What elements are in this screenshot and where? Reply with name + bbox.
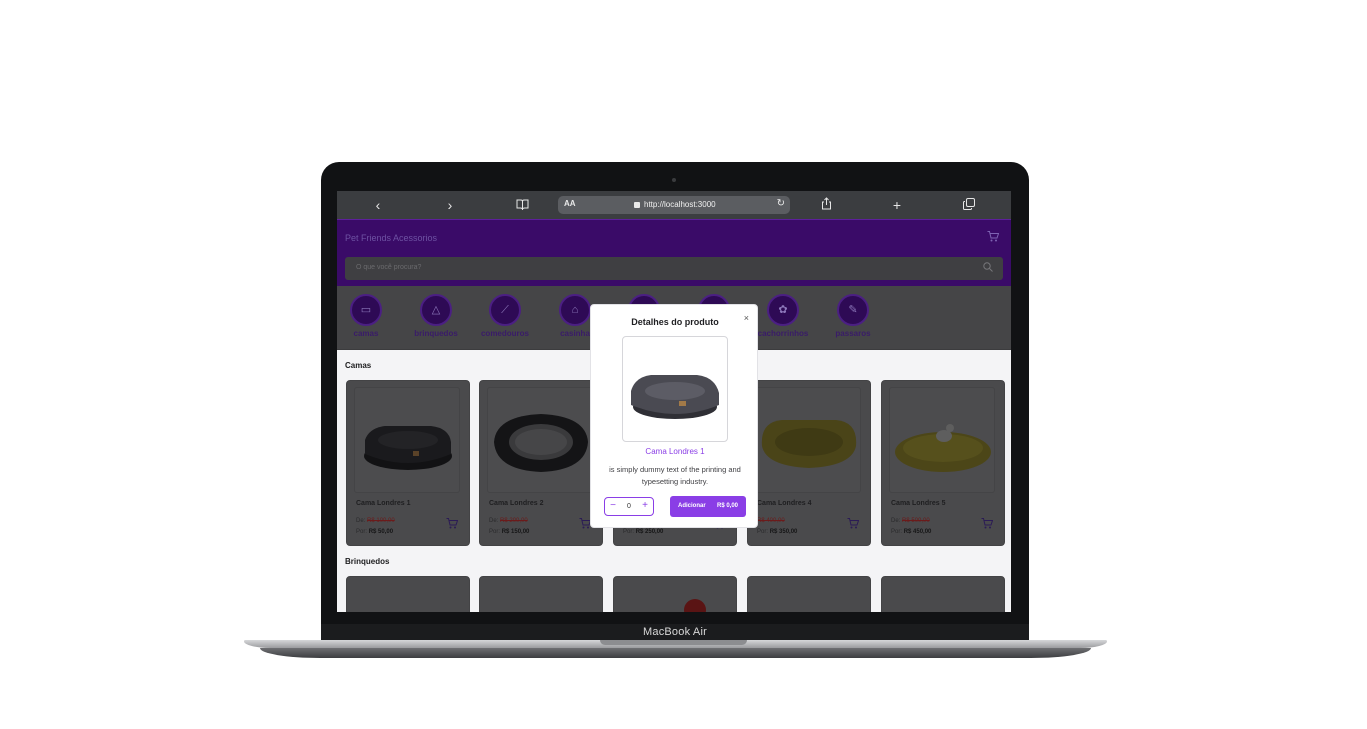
device-label: MacBook Air bbox=[643, 626, 707, 638]
browser-screen: ‹ › AA http://localhost:3000 ↻ + Pet Fri… bbox=[337, 191, 1011, 612]
address-bar[interactable]: AA http://localhost:3000 ↻ bbox=[558, 196, 790, 214]
laptop-notch bbox=[600, 640, 747, 645]
category-label: comedouros bbox=[480, 329, 529, 338]
category-cachorrinhos[interactable]: ✿ cachorrinhos bbox=[753, 294, 813, 338]
old-price: R$ 400,00 bbox=[757, 518, 785, 524]
product-card[interactable] bbox=[881, 576, 1005, 612]
price: Por: R$ 50,00 bbox=[356, 529, 394, 535]
paw-icon: ✿ bbox=[767, 294, 799, 326]
product-card[interactable]: Cama Londres 4 R$ 400,00 Por: R$ 350,00 bbox=[747, 380, 871, 546]
old-price: De: R$ 100,00 bbox=[356, 518, 395, 524]
text-size-button[interactable]: AA bbox=[564, 199, 576, 208]
search-input[interactable]: O que você procura? bbox=[345, 257, 1003, 280]
category-comedouros[interactable]: ⟋ comedouros bbox=[475, 294, 535, 338]
product-card[interactable] bbox=[747, 576, 871, 612]
price: Por: R$ 150,00 bbox=[489, 529, 530, 535]
reload-icon[interactable]: ↻ bbox=[777, 198, 785, 209]
web-page: Pet Friends Acessorios O que você procur… bbox=[337, 220, 1011, 612]
share-icon[interactable] bbox=[818, 197, 834, 213]
product-details-modal: Detalhes do produto × Cama Londres 1 is … bbox=[590, 304, 758, 528]
section-title: Brinquedos bbox=[345, 557, 390, 566]
modal-product-name: Cama Londres 1 bbox=[645, 447, 705, 456]
product-image bbox=[889, 387, 995, 493]
site-header: Pet Friends Acessorios O que você procur… bbox=[337, 220, 1011, 286]
close-icon[interactable]: × bbox=[744, 313, 749, 323]
price: Por: R$ 350,00 bbox=[757, 529, 798, 535]
lock-icon bbox=[634, 202, 640, 208]
add-button-price: R$ 0,00 bbox=[716, 503, 738, 509]
add-to-cart-icon[interactable] bbox=[847, 518, 860, 532]
section-title: Camas bbox=[345, 361, 372, 370]
feather-icon: ✎ bbox=[837, 294, 869, 326]
product-card[interactable]: Cama Londres 1 De: R$ 100,00 Por: R$ 50,… bbox=[346, 380, 470, 546]
category-label: brinquedos bbox=[414, 329, 458, 338]
cart-icon[interactable] bbox=[987, 231, 1000, 245]
forward-icon[interactable]: › bbox=[442, 197, 458, 213]
add-to-cart-button[interactable]: Adicionar R$ 0,00 bbox=[670, 496, 746, 517]
category-label: camas bbox=[353, 329, 379, 338]
add-button-label: Adicionar bbox=[678, 503, 706, 509]
product-image bbox=[354, 387, 460, 493]
back-icon[interactable]: ‹ bbox=[370, 197, 386, 213]
product-card[interactable]: Cama Londres 5 De: R$ 500,00 Por: R$ 450… bbox=[881, 380, 1005, 546]
house-icon: ⌂ bbox=[559, 294, 591, 326]
webcam bbox=[672, 178, 676, 182]
old-price: De: R$ 200,00 bbox=[489, 518, 528, 524]
category-label: cachorrinhos bbox=[757, 329, 809, 338]
product-card[interactable] bbox=[346, 576, 470, 612]
new-tab-icon[interactable]: + bbox=[889, 197, 905, 213]
bed-icon: ▭ bbox=[350, 294, 382, 326]
category-label: passaros bbox=[835, 329, 871, 338]
bookmarks-icon[interactable] bbox=[514, 197, 530, 213]
increment-button[interactable]: + bbox=[639, 500, 651, 511]
price: Por: R$ 450,00 bbox=[891, 529, 932, 535]
add-to-cart-icon[interactable] bbox=[446, 518, 459, 532]
modal-description: is simply dummy text of the printing and… bbox=[609, 465, 741, 486]
shapes-icon: △ bbox=[420, 294, 452, 326]
search-placeholder: O que você procura? bbox=[356, 264, 422, 271]
product-name: Cama Londres 1 bbox=[356, 500, 411, 507]
category-brinquedos[interactable]: △ brinquedos bbox=[406, 294, 466, 338]
bone-icon: ⟋ bbox=[489, 294, 521, 326]
product-name: Cama Londres 5 bbox=[891, 500, 946, 507]
quantity-stepper[interactable]: − 0 + bbox=[604, 497, 654, 516]
category-camas[interactable]: ▭ camas bbox=[337, 294, 396, 338]
tabs-overview-icon[interactable] bbox=[961, 197, 977, 213]
modal-title: Detalhes do produto bbox=[631, 317, 719, 327]
product-card[interactable] bbox=[479, 576, 603, 612]
modal-product-image bbox=[622, 336, 728, 442]
add-to-cart-icon[interactable] bbox=[981, 518, 994, 532]
url-text: http://localhost:3000 bbox=[644, 200, 716, 209]
product-name: Cama Londres 2 bbox=[489, 500, 544, 507]
category-passaros[interactable]: ✎ passaros bbox=[823, 294, 883, 338]
product-image bbox=[755, 387, 861, 493]
product-card[interactable]: Cama Londres 2 De: R$ 200,00 Por: R$ 150… bbox=[479, 380, 603, 546]
product-card[interactable] bbox=[613, 576, 737, 612]
laptop-base-shadow bbox=[260, 648, 1091, 658]
product-image bbox=[684, 599, 706, 612]
site-title[interactable]: Pet Friends Acessorios bbox=[345, 233, 437, 243]
browser-toolbar: ‹ › AA http://localhost:3000 ↻ + bbox=[337, 191, 1011, 220]
old-price: De: R$ 500,00 bbox=[891, 518, 930, 524]
product-name: Cama Londres 4 bbox=[757, 500, 812, 507]
price: Por: R$ 250,00 bbox=[623, 529, 664, 535]
product-image bbox=[487, 387, 593, 493]
search-icon[interactable] bbox=[983, 262, 993, 275]
